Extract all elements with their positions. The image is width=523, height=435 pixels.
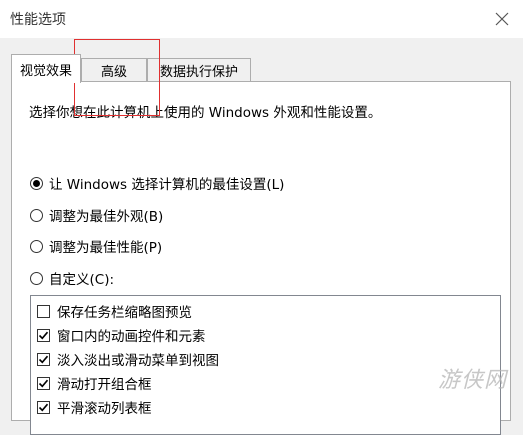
list-item-label: 保存任务栏缩略图预览 [57, 305, 192, 321]
tab-advanced[interactable]: 高级 [81, 58, 147, 82]
list-item[interactable]: 保存任务栏缩略图预览 [37, 301, 192, 321]
checkmark-icon [38, 331, 49, 339]
checkmark-icon [38, 355, 49, 363]
radio-button[interactable] [30, 239, 43, 253]
checkbox[interactable] [37, 328, 50, 342]
checkbox[interactable] [37, 376, 50, 390]
checkmark-icon [38, 379, 49, 387]
radio-button[interactable] [30, 208, 43, 222]
list-item-label: 滑动打开组合框 [57, 377, 152, 393]
radio-label: 调整为最佳外观(B) [49, 209, 164, 225]
list-item[interactable]: 窗口内的动画控件和元素 [37, 325, 206, 345]
tab-strip: 视觉效果 高级 数据执行保护 [11, 54, 511, 83]
radio-let-windows-choose[interactable]: 让 Windows 选择计算机的最佳设置(L) [30, 173, 284, 193]
list-item[interactable]: 平滑滚动列表框 [37, 397, 152, 417]
radio-button[interactable] [30, 176, 43, 190]
radio-label: 让 Windows 选择计算机的最佳设置(L) [49, 177, 285, 193]
close-icon [495, 12, 509, 26]
list-item[interactable]: 滑动打开组合框 [37, 373, 152, 393]
list-item-label: 淡入淡出或滑动菜单到视图 [57, 353, 219, 369]
radio-best-appearance[interactable]: 调整为最佳外观(B) [30, 205, 163, 225]
radio-label: 自定义(C): [49, 272, 115, 288]
tab-data-execution-prevention[interactable]: 数据执行保护 [147, 58, 251, 82]
effects-list[interactable]: 保存任务栏缩略图预览 窗口内的动画控件和元素 淡入淡出或滑动菜单到视图 滑动打开… [30, 295, 501, 435]
panel-description: 选择你想在此计算机上使用的 Windows 外观和性能设置。 [29, 105, 382, 121]
title-bar: 性能选项 [0, 0, 523, 38]
checkbox[interactable] [37, 400, 50, 414]
list-item-label: 平滑滚动列表框 [57, 401, 152, 417]
radio-best-performance[interactable]: 调整为最佳性能(P) [30, 236, 162, 256]
list-item[interactable]: 淡入淡出或滑动菜单到视图 [37, 349, 219, 369]
visual-effects-panel: 选择你想在此计算机上使用的 Windows 外观和性能设置。 让 Windows… [11, 81, 511, 435]
radio-custom[interactable]: 自定义(C): [30, 268, 114, 288]
window-title: 性能选项 [10, 12, 66, 28]
radio-button[interactable] [30, 271, 43, 285]
tab-label: 高级 [100, 65, 127, 80]
radio-selected-dot [33, 179, 40, 187]
close-button[interactable] [487, 4, 517, 34]
tab-visual-effects[interactable]: 视觉效果 [11, 54, 81, 83]
list-item-label: 窗口内的动画控件和元素 [57, 329, 206, 345]
radio-label: 调整为最佳性能(P) [49, 240, 163, 256]
checkmark-icon [38, 403, 49, 411]
tab-label: 视觉效果 [19, 63, 72, 79]
checkbox[interactable] [37, 304, 50, 318]
tab-label: 数据执行保护 [159, 65, 238, 80]
checkbox[interactable] [37, 352, 50, 366]
